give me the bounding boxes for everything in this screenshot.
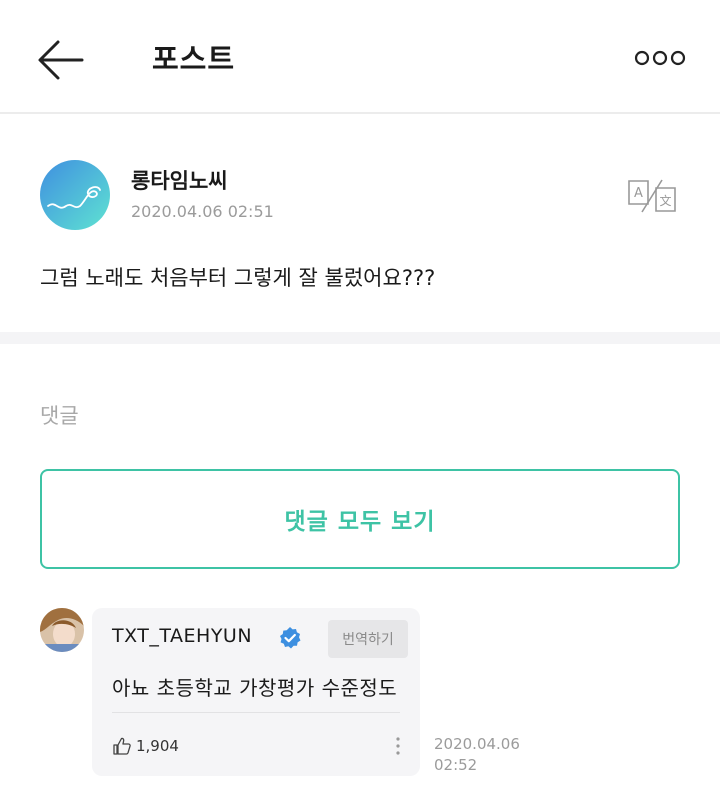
post-body-text: 그럼 노래도 처음부터 그렇게 잘 불렀어요???: [40, 266, 436, 290]
commenter-avatar-image: [40, 608, 84, 652]
arrow-left-icon: [38, 40, 84, 80]
translate-icon: A 文: [628, 179, 676, 213]
view-all-comments-button[interactable]: 댓글 모두 보기: [40, 469, 680, 569]
svg-text:文: 文: [659, 193, 671, 208]
avatar-image: [40, 160, 110, 230]
post-card: 롱타임노씨 2020.04.06 02:51 A 文 그럼 노래도 처음부터 그…: [0, 116, 720, 332]
comment-like-button[interactable]: 1,904: [112, 736, 179, 756]
comment-time: 02:52: [434, 756, 478, 774]
back-button[interactable]: [34, 34, 86, 82]
comment-author-name[interactable]: TXT_TAEHYUN: [112, 625, 252, 647]
more-horizontal-icon: [634, 50, 686, 66]
comment-translate-button[interactable]: 번역하기: [328, 620, 408, 658]
comment-more-button[interactable]: [392, 736, 404, 756]
section-divider: [0, 332, 720, 344]
more-vertical-icon: [396, 737, 400, 755]
page-title: 포스트: [152, 42, 236, 76]
translate-button[interactable]: A 文: [626, 178, 678, 214]
top-app-bar: 포스트: [0, 0, 720, 114]
post-timestamp: 2020.04.06 02:51: [131, 202, 274, 221]
thumbs-up-icon: [113, 737, 131, 755]
comment-date: 2020.04.06: [434, 735, 520, 753]
verified-badge-icon: [280, 627, 301, 649]
post-author-name[interactable]: 롱타임노씨: [131, 165, 228, 195]
svg-text:A: A: [634, 186, 643, 201]
comments-section-label: 댓글: [40, 404, 79, 428]
comment-text: 아뇨 초등학교 가창평가 수준정도: [112, 676, 398, 700]
commenter-avatar[interactable]: [40, 608, 84, 652]
comment-timestamp: 2020.04.06 02:52: [434, 734, 520, 776]
comment-like-count: 1,904: [136, 737, 179, 755]
comment-bubble: TXT_TAEHYUN 번역하기 아뇨 초등학교 가창평가 수준정도 1,904: [92, 608, 420, 776]
more-options-button[interactable]: [632, 44, 688, 72]
author-avatar[interactable]: [40, 160, 110, 230]
comment-divider: [112, 712, 400, 713]
